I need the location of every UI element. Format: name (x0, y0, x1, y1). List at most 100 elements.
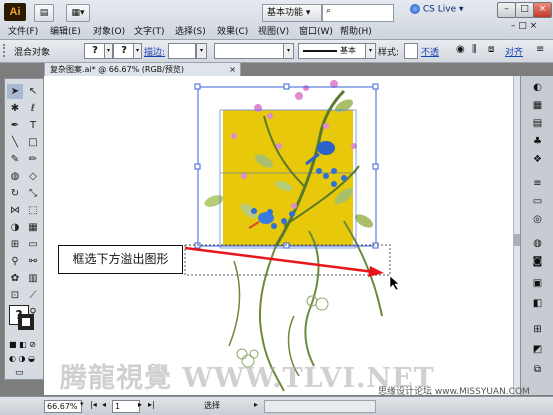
first-artboard-button[interactable]: |◂ (90, 400, 97, 409)
menu-select[interactable]: 选择(S) (175, 24, 206, 37)
brush-dropdown[interactable]: ▾ (365, 43, 376, 59)
swatches-panel-icon[interactable]: ▤ (525, 116, 550, 130)
close-button[interactable]: × (533, 2, 552, 18)
scale-tool-icon[interactable]: ⤡ (25, 186, 41, 201)
pathfinder-panel-icon[interactable]: ◩ (525, 342, 550, 356)
eyedropper-tool-icon[interactable]: ⚲ (7, 254, 23, 269)
appearance-panel-icon[interactable]: ◍ (525, 236, 550, 250)
menu-effect[interactable]: 效果(C) (217, 24, 248, 37)
stroke-panel-link[interactable]: 描边: (144, 45, 165, 58)
type-tool-icon[interactable]: T (25, 118, 41, 133)
distribute-icon[interactable]: ⧈ (488, 44, 501, 57)
ai-logo-icon: Ai (4, 3, 26, 21)
brush-tool-icon[interactable]: ✎ (7, 152, 23, 167)
workspace-switcher[interactable]: 基本功能 ▾ (262, 4, 322, 22)
symbols-panel-icon[interactable]: ❖ (525, 152, 550, 166)
screen-mode-button[interactable]: ▭ (15, 368, 35, 378)
free-transform-tool-icon[interactable]: ⬚ (25, 203, 41, 218)
shape-builder-tool-icon[interactable]: ◑ (7, 220, 23, 235)
status-menu-button[interactable]: ▸ (254, 400, 258, 409)
color-guide-panel-icon[interactable]: ▦ (525, 98, 550, 112)
blob-brush-tool-icon[interactable]: ◍ (7, 169, 23, 184)
control-panel-menu-icon[interactable]: ≡ (536, 44, 549, 57)
menu-view[interactable]: 视图(V) (258, 24, 289, 37)
minimize-button[interactable]: – (497, 2, 516, 18)
fill-swatch[interactable]: ? (84, 43, 106, 59)
artwork-group[interactable] (203, 80, 383, 392)
zoom-dropdown[interactable]: ▾ (80, 400, 84, 408)
cs-live-button[interactable]: CS Live ▾ (410, 4, 464, 15)
gradient-tool-icon[interactable]: ▭ (25, 237, 41, 252)
transparency-panel-icon[interactable]: ◎ (525, 212, 550, 226)
maximize-button[interactable]: □ (515, 2, 534, 18)
menu-object[interactable]: 对象(O) (93, 24, 125, 37)
recolor-artwork-icon[interactable]: ◉ (456, 44, 469, 57)
menu-help[interactable]: 帮助(H) (340, 24, 372, 37)
lasso-tool-icon[interactable]: ℓ (25, 101, 41, 116)
control-bar-grip[interactable] (3, 44, 9, 57)
fill-stroke-swatch-icon[interactable]: ? (9, 305, 37, 333)
rectangle-tool-icon[interactable]: □ (25, 135, 41, 150)
close-tab-icon[interactable]: × (229, 63, 236, 76)
stroke-weight-field[interactable] (168, 43, 196, 59)
arrange-documents-button[interactable]: ▦▾ (66, 4, 90, 22)
stroke-weight-dropdown[interactable]: ▾ (196, 43, 207, 59)
selection-tool-icon[interactable]: ➤ (7, 84, 23, 99)
pen-tool-icon[interactable]: ✒ (7, 118, 23, 133)
slice-tool-icon[interactable]: ⟋ (25, 288, 41, 303)
direct-selection-tool-icon[interactable]: ↖ (25, 84, 41, 99)
column-graph-tool-icon[interactable]: ▥ (25, 271, 41, 286)
color-panel-icon[interactable]: ◐ (525, 80, 550, 94)
menu-window[interactable]: 窗口(W) (299, 24, 333, 37)
drawing-mode-buttons[interactable]: ◐ ◑ ◒ (9, 354, 39, 364)
brush-definition-label: 基本 (340, 46, 356, 55)
next-artboard-button[interactable]: ▸ (138, 400, 142, 409)
align-panel-icon[interactable]: ⊞ (525, 322, 550, 336)
transform-panel-icon[interactable]: ⧉ (525, 362, 550, 376)
previous-artboard-button[interactable]: ◂ (102, 400, 106, 409)
graphic-style-swatch[interactable] (404, 43, 418, 59)
magic-wand-tool-icon[interactable]: ✱ (7, 101, 23, 116)
brush-definition-field[interactable]: 基本 (298, 43, 366, 59)
perspective-grid-tool-icon[interactable]: ▦ (25, 220, 41, 235)
artboard-number-field[interactable]: 1 (112, 400, 140, 413)
document-canvas[interactable] (44, 76, 513, 395)
variable-width-profile[interactable] (214, 43, 284, 59)
graphic-styles-panel-icon[interactable]: ◙ (525, 254, 550, 268)
blend-tool-icon[interactable]: ⚯ (25, 254, 41, 269)
width-tool-icon[interactable]: ⋈ (7, 203, 23, 218)
zoom-level-field[interactable]: 66.67% (44, 400, 82, 413)
layers-panel-icon[interactable]: ▣ (525, 276, 550, 290)
eraser-tool-icon[interactable]: ◇ (25, 169, 41, 184)
horizontal-scrollbar[interactable] (264, 400, 376, 413)
last-artboard-button[interactable]: ▸| (148, 400, 155, 409)
menu-file[interactable]: 文件(F) (8, 24, 38, 37)
brushes-panel-icon[interactable]: ♣ (525, 134, 550, 148)
color-mode-buttons[interactable]: ■ ◧ ⊘ (9, 340, 39, 350)
stroke-panel-icon[interactable]: ≡ (525, 176, 550, 190)
bridge-button[interactable]: ▤ (34, 4, 54, 22)
fill-dropdown[interactable]: ▾ (104, 43, 113, 59)
mesh-tool-icon[interactable]: ⊞ (7, 237, 23, 252)
menu-edit[interactable]: 编辑(E) (50, 24, 81, 37)
gradient-panel-icon[interactable]: ▭ (525, 194, 550, 208)
profile-dropdown[interactable]: ▾ (283, 43, 294, 59)
symbol-sprayer-tool-icon[interactable]: ✿ (7, 271, 23, 286)
document-window-controls[interactable]: – □ × (497, 21, 551, 35)
artboard-tool-icon[interactable]: ⊡ (7, 288, 23, 303)
menu-bar: Ai ▤ ▦▾ 基本功能 ▾ ⌕ CS Live ▾ – □ × 文件(F) 编… (0, 0, 553, 40)
style-label: 样式: (378, 48, 400, 58)
rotate-tool-icon[interactable]: ↻ (7, 186, 23, 201)
control-bar: 混合对象 ? ▾ ? ▾ 描边: ▾ ▾ 基本 ▾ 样式: 不透 ◉ ⫼ ⧈ 对… (0, 40, 553, 63)
search-field[interactable]: ⌕ (322, 4, 394, 22)
line-tool-icon[interactable]: ╲ (7, 135, 23, 150)
align-icon[interactable]: ⫼ (472, 44, 485, 57)
align-link[interactable]: 对齐 (505, 45, 523, 58)
opacity-link[interactable]: 不透 (421, 45, 439, 58)
pencil-tool-icon[interactable]: ✏ (25, 152, 41, 167)
menu-type[interactable]: 文字(T) (134, 24, 165, 37)
document-tab[interactable]: 复杂图案.ai* @ 66.67% (RGB/预览) × (44, 62, 241, 76)
stroke-swatch[interactable]: ? (113, 43, 135, 59)
stroke-dropdown[interactable]: ▾ (133, 43, 142, 59)
artboards-panel-icon[interactable]: ◧ (525, 296, 550, 310)
